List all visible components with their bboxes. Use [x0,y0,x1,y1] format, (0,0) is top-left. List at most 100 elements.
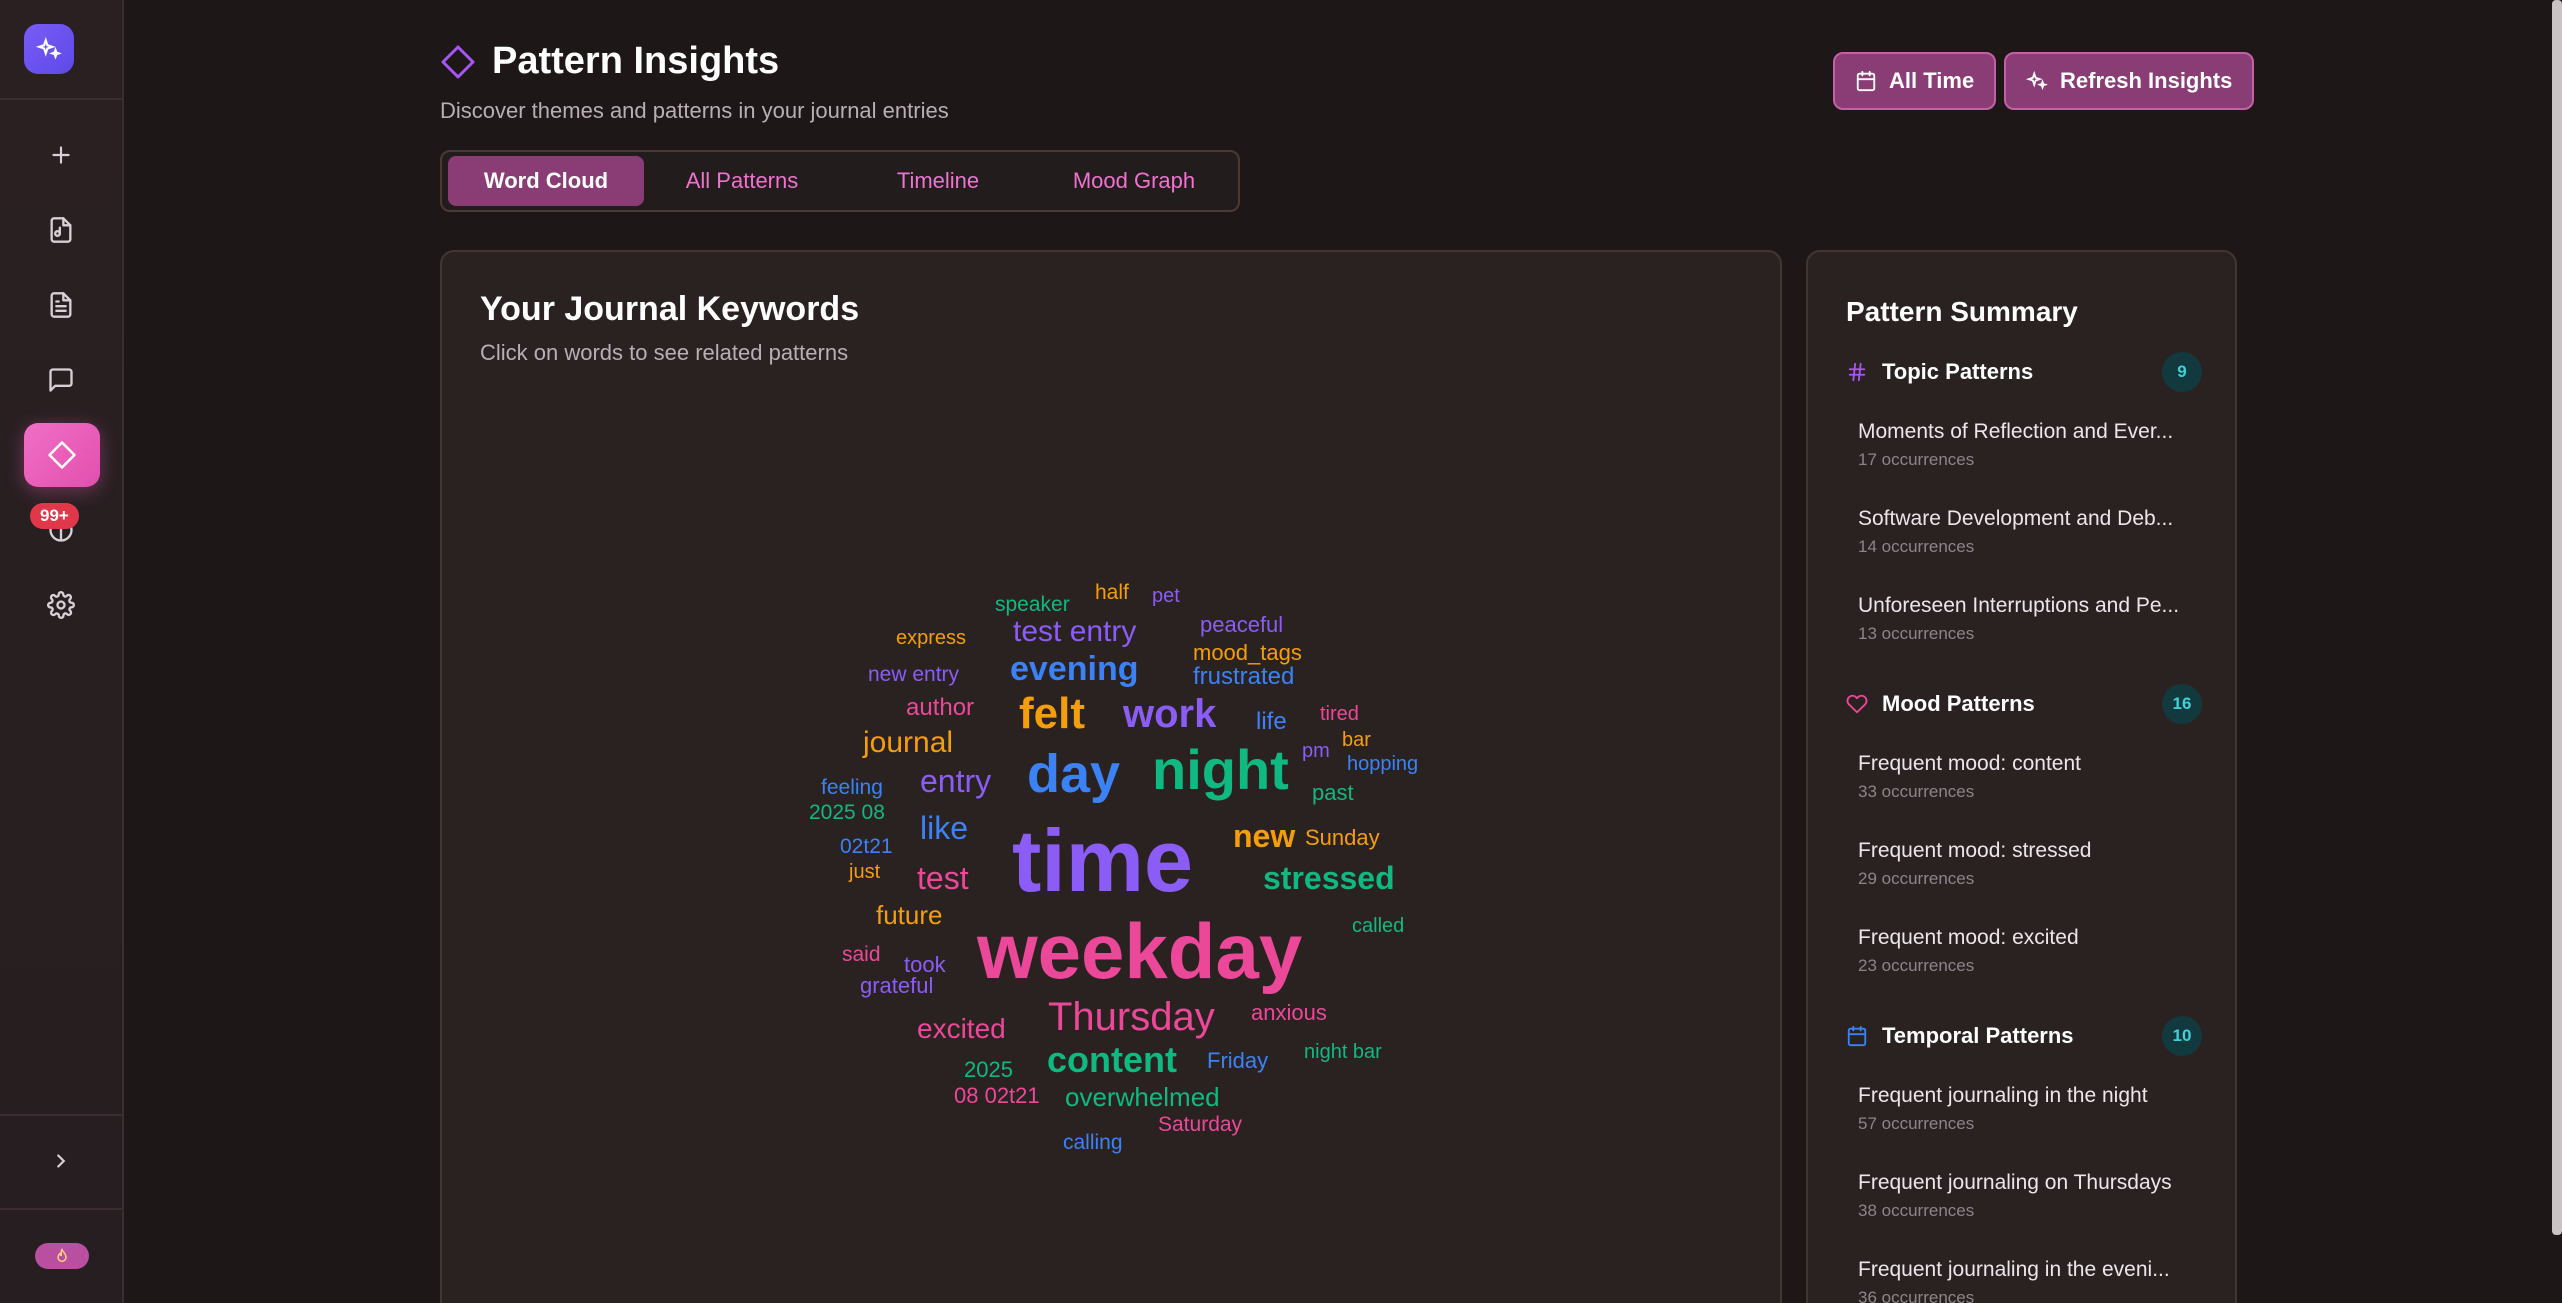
word-cloud-word[interactable]: mood_tags [1193,642,1302,664]
tab-mood-graph[interactable]: Mood Graph [1036,156,1232,206]
word-cloud-word[interactable]: work [1123,694,1216,734]
section-label: Temporal Patterns [1882,1023,2074,1048]
word-cloud-word[interactable]: pet [1152,586,1180,606]
word-cloud-word[interactable]: content [1047,1042,1177,1078]
word-cloud-word[interactable]: new [1233,820,1295,852]
sparkles-icon [2026,70,2048,91]
page-header: Pattern Insights [440,40,779,83]
word-cloud-word[interactable]: express [896,628,966,648]
list-item[interactable]: Frequent mood: content 33 occurrences [1858,752,2198,802]
word-cloud-word[interactable]: past [1312,782,1354,804]
word-cloud-word[interactable]: Friday [1207,1050,1268,1072]
word-cloud-word[interactable]: 2025 [964,1059,1013,1081]
page-subtitle: Discover themes and patterns in your jou… [440,98,949,123]
sidebar-divider [0,98,124,100]
settings-button[interactable] [30,574,92,636]
word-cloud-word[interactable]: Thursday [1048,997,1215,1037]
word-cloud-word[interactable]: just [849,862,880,882]
list-item[interactable]: Software Development and Deb... 14 occur… [1858,507,2198,557]
item-occurrences: 57 occurrences [1858,1114,1975,1133]
word-cloud-word[interactable]: hopping [1347,754,1418,774]
list-item[interactable]: Frequent mood: stressed 29 occurrences [1858,839,2198,889]
tab-timeline[interactable]: Timeline [840,156,1036,206]
word-cloud-word[interactable]: future [876,902,943,928]
entries-button[interactable] [30,274,92,336]
word-cloud-word[interactable]: tired [1320,704,1359,724]
word-cloud-word[interactable]: night bar [1304,1042,1382,1062]
word-cloud-word[interactable]: journal [863,728,953,758]
word-cloud-word[interactable]: felt [1019,692,1085,736]
keywords-card: Your Journal Keywords Click on words to … [440,250,1782,1303]
word-cloud-word[interactable]: time [1012,817,1193,905]
temporal-patterns-header[interactable]: Temporal Patterns 10 [1846,1016,2202,1056]
page-scrollbar[interactable] [2552,0,2562,1235]
summary-title: Pattern Summary [1846,296,2078,327]
sidebar: 99+ [0,0,124,1303]
item-occurrences: 14 occurrences [1858,537,1975,556]
time-range-button[interactable]: All Time [1833,52,1997,110]
list-item[interactable]: Frequent mood: excited 23 occurrences [1858,926,2198,976]
section-count: 16 [2162,684,2202,724]
pattern-summary-card: Pattern Summary Topic Patterns 9 Moments… [1806,250,2237,1303]
mood-patterns-header[interactable]: Mood Patterns 16 [1846,684,2202,724]
word-cloud-word[interactable]: weekday [977,912,1302,990]
word-cloud-word[interactable]: 2025 08 [809,802,885,823]
word-cloud-word[interactable]: grateful [860,975,933,997]
item-name: Frequent mood: stressed [1858,839,2092,862]
section-label: Topic Patterns [1882,359,2034,384]
audio-file-button[interactable] [30,199,92,261]
topic-patterns-header[interactable]: Topic Patterns 9 [1846,352,2202,392]
word-cloud-word[interactable]: called [1352,916,1404,936]
word-cloud-word[interactable]: 08 02t21 [954,1085,1040,1107]
word-cloud-word[interactable]: entry [920,765,991,797]
item-occurrences: 38 occurrences [1858,1201,1975,1220]
word-cloud-word[interactable]: 02t21 [840,836,893,857]
word-cloud-word[interactable]: frustrated [1193,665,1294,689]
word-cloud-word[interactable]: speaker [995,594,1070,615]
word-cloud-word[interactable]: bar [1342,730,1371,750]
word-cloud-word[interactable]: stressed [1263,862,1395,894]
tab-all-patterns[interactable]: All Patterns [644,156,840,206]
new-entry-button[interactable] [30,124,92,186]
word-cloud-word[interactable]: overwhelmed [1065,1084,1220,1110]
list-item[interactable]: Frequent journaling on Thursdays 38 occu… [1858,1171,2198,1221]
sparkles-logo-icon[interactable] [24,24,74,74]
streak-button[interactable] [35,1243,89,1269]
word-cloud-word[interactable]: Sunday [1305,827,1380,849]
word-cloud-word[interactable]: pm [1302,741,1330,761]
list-item[interactable]: Moments of Reflection and Ever... 17 occ… [1858,420,2198,470]
chevron-right-icon [57,1154,66,1168]
word-cloud-word[interactable]: evening [1010,652,1138,686]
word-cloud-word[interactable]: night [1152,742,1289,798]
word-cloud-word[interactable]: test entry [1013,617,1136,647]
word-cloud-word[interactable]: day [1027,747,1120,801]
word-cloud-word[interactable]: half [1095,582,1129,603]
refresh-insights-button[interactable]: Refresh Insights [2004,52,2255,110]
word-cloud-word[interactable]: peaceful [1200,614,1283,636]
diamond-icon [441,45,475,78]
calendar-icon [1847,1025,1867,1047]
hash-icon [1848,362,1866,382]
heart-icon [1846,694,1868,714]
word-cloud-word[interactable]: test [917,862,969,894]
page-title: Pattern Insights [492,40,780,82]
list-item[interactable]: Unforeseen Interruptions and Pe... 13 oc… [1858,594,2198,644]
expand-sidebar-button[interactable] [30,1130,92,1192]
item-occurrences: 29 occurrences [1858,869,1975,888]
time-range-label: All Time [1889,68,1975,93]
word-cloud-word[interactable]: author [906,696,974,720]
word-cloud-word[interactable]: Saturday [1158,1114,1242,1135]
tab-word-cloud[interactable]: Word Cloud [448,156,644,206]
word-cloud-word[interactable]: calling [1063,1132,1123,1153]
word-cloud-word[interactable]: feeling [821,777,883,798]
word-cloud-word[interactable]: said [842,944,881,965]
word-cloud-word[interactable]: life [1256,710,1287,734]
word-cloud-word[interactable]: excited [917,1015,1006,1043]
word-cloud-word[interactable]: new entry [868,664,959,685]
patterns-button[interactable] [24,423,100,487]
word-cloud-word[interactable]: anxious [1251,1002,1327,1024]
list-item[interactable]: Frequent journaling in the eveni... 36 o… [1858,1258,2198,1303]
list-item[interactable]: Frequent journaling in the night 57 occu… [1858,1084,2198,1134]
chat-button[interactable] [30,349,92,411]
word-cloud-word[interactable]: like [920,812,968,844]
